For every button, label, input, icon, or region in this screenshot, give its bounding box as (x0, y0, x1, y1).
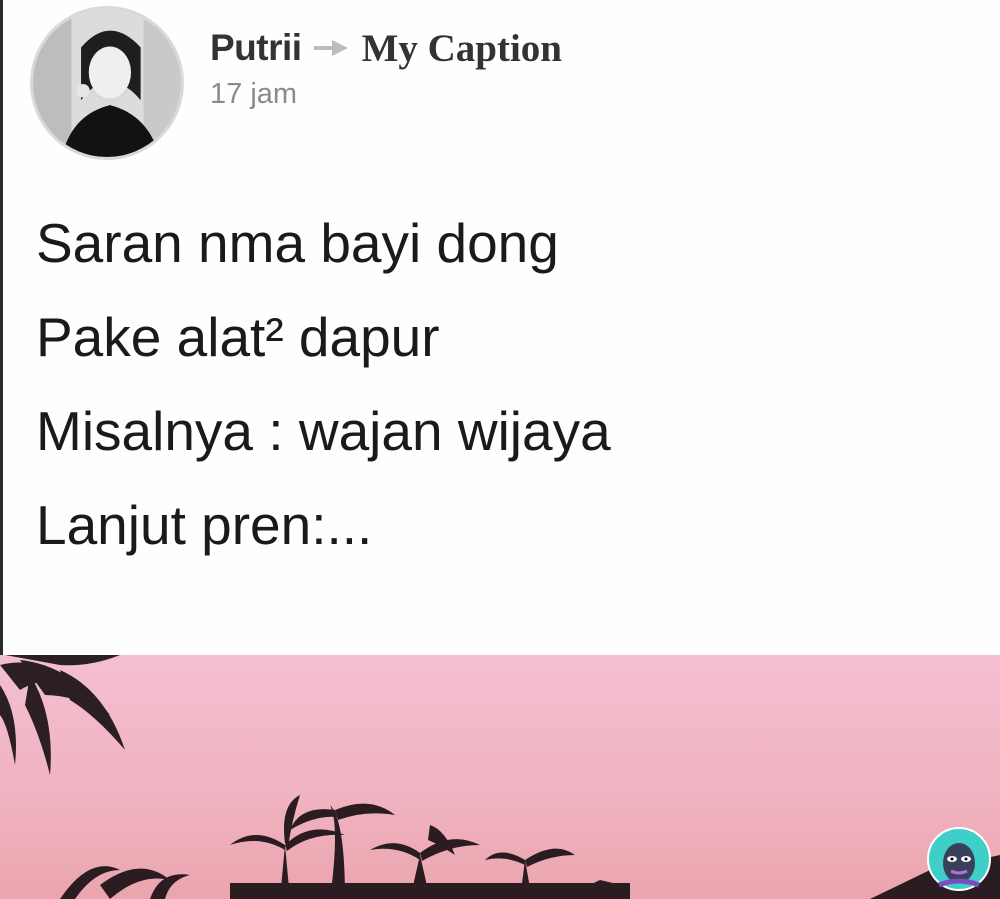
post-photo[interactable] (0, 655, 1000, 899)
post-timestamp[interactable]: 17 jam (210, 78, 562, 111)
post-card: Putrii My Caption 17 jam Saran nma bayi … (0, 0, 1000, 899)
post-header: Putrii My Caption 17 jam (30, 6, 562, 160)
avatar[interactable] (30, 6, 184, 160)
cartoon-sticker-icon (927, 827, 991, 891)
name-row: Putrii My Caption (210, 26, 562, 70)
post-line-3: Misalnya : wajan wijaya (36, 400, 611, 462)
right-triangle-arrow-icon (313, 38, 350, 58)
post-line-1: Saran nma bayi dong (36, 212, 559, 274)
group-name[interactable]: My Caption (362, 26, 562, 71)
sunset-palm-photo (0, 655, 1000, 899)
author-name[interactable]: Putrii (210, 27, 302, 69)
post-meta: Putrii My Caption 17 jam (210, 26, 562, 111)
post-line-2: Pake alat² dapur (36, 306, 440, 368)
left-border (0, 0, 3, 655)
post-line-4: Lanjut pren:... (36, 494, 373, 556)
post-body: Saran nma bayi dong Pake alat² dapur Mis… (36, 196, 611, 572)
avatar-photo (33, 9, 181, 157)
